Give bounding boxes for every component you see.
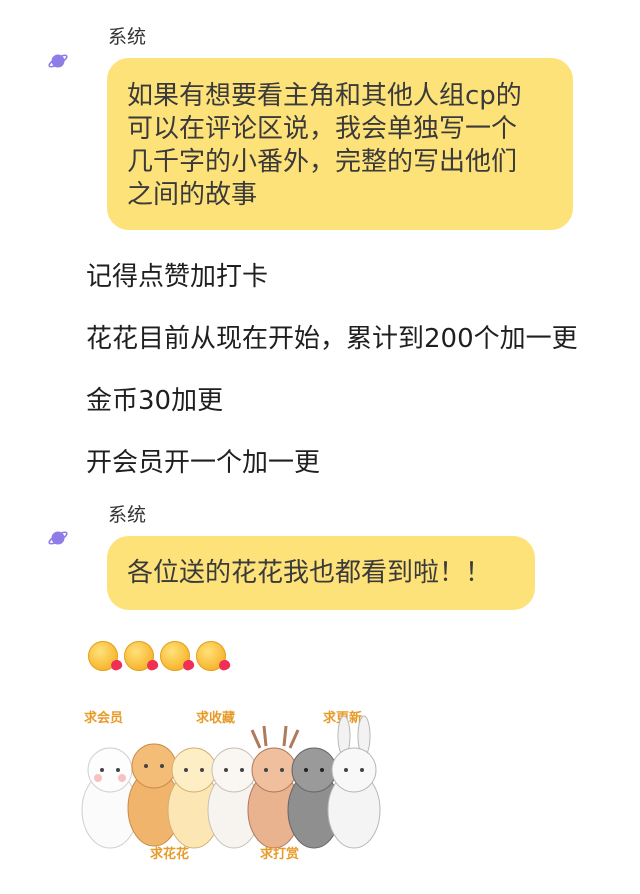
- kissing-heart-emoji: [196, 641, 226, 671]
- sticker-caption: 求花花: [150, 846, 189, 862]
- sticker-caption: 求打赏: [260, 846, 299, 862]
- message-bubble[interactable]: 如果有想要看主角和其他人组cp的 可以在评论区说，我会单独写一个 几千字的小番外…: [107, 58, 573, 230]
- sender-name: 系统: [108, 26, 147, 48]
- text-line: 开会员开一个加一更: [86, 448, 321, 478]
- kissing-heart-emoji: [160, 641, 190, 671]
- rabbit-character: [327, 715, 381, 849]
- planet-avatar-icon[interactable]: [47, 527, 69, 549]
- message-line: 之间的故事: [127, 180, 258, 210]
- text-line: 记得点赞加打卡: [86, 262, 269, 292]
- kissing-heart-emoji: [88, 641, 118, 671]
- text-line: 金币30加更: [86, 386, 224, 416]
- emoji-row: [88, 641, 226, 671]
- message-bubble[interactable]: 各位送的花花我也都看到啦！！: [107, 536, 535, 610]
- text-line: 花花目前从现在开始，累计到200个加一更: [86, 324, 578, 354]
- kissing-heart-emoji: [124, 641, 154, 671]
- message-text: 各位送的花花我也都看到啦！！: [127, 558, 492, 588]
- message-line: 如果有想要看主角和其他人组cp的: [127, 81, 522, 111]
- message-line: 可以在评论区说，我会单独写一个: [127, 114, 518, 144]
- sticker-caption: 求会员: [84, 710, 123, 726]
- sticker-image[interactable]: 求会员 求收藏 求更新 求花花 求打赏: [78, 700, 418, 890]
- message-line: 几千字的小番外，完整的写出他们: [127, 147, 518, 177]
- sender-name: 系统: [108, 504, 147, 526]
- planet-avatar-icon[interactable]: [47, 50, 69, 72]
- sticker-caption: 求收藏: [196, 710, 235, 726]
